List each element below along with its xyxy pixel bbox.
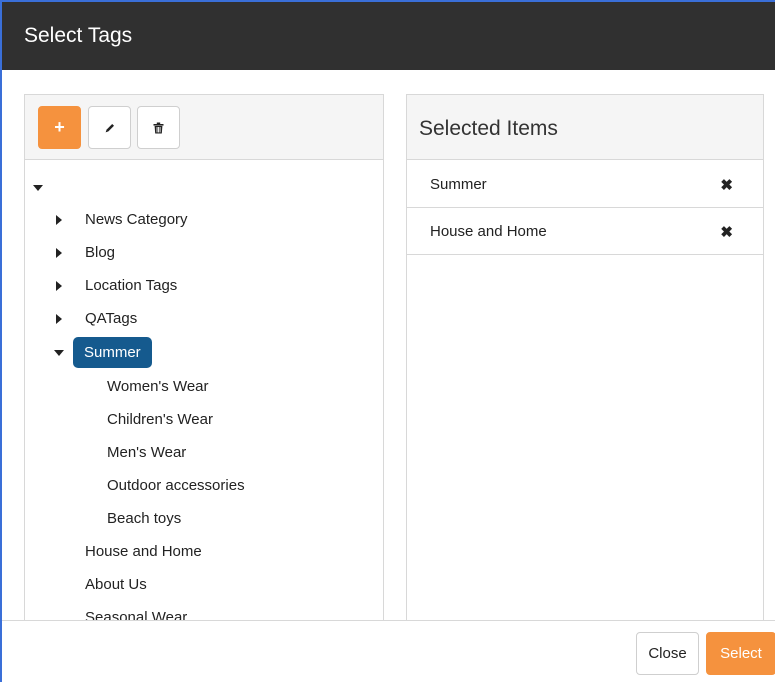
tree-node-location-tags[interactable]: Location Tags <box>25 271 383 301</box>
select-tags-dialog: Select Tags + News Category Blog Locatio… <box>0 0 775 682</box>
remove-item-icon[interactable]: ✖ <box>720 223 733 241</box>
tree-node-blog[interactable]: Blog <box>25 238 383 268</box>
tree-node-summer[interactable]: Summer <box>25 337 383 371</box>
tree-node-qatags[interactable]: QATags <box>25 304 383 334</box>
close-button[interactable]: Close <box>636 632 699 675</box>
tree-toolbar: + <box>25 95 383 160</box>
trash-icon <box>153 122 164 133</box>
selected-item-label: Summer <box>430 176 487 193</box>
expand-caret-icon[interactable] <box>56 281 62 291</box>
dialog-header: Select Tags <box>2 2 775 70</box>
tree-child-childrens-wear[interactable]: Children's Wear <box>107 411 213 428</box>
pencil-icon <box>105 123 114 132</box>
tree-child-womens-wear[interactable]: Women's Wear <box>107 378 209 395</box>
expand-caret-icon[interactable] <box>56 215 62 225</box>
root-expand-caret-icon[interactable] <box>33 185 43 191</box>
tree-child-outdoor-accessories[interactable]: Outdoor accessories <box>107 477 245 494</box>
selected-items-header: Selected Items <box>407 95 763 160</box>
tree-node-label[interactable]: Location Tags <box>85 277 177 294</box>
expand-caret-icon[interactable] <box>56 314 62 324</box>
tree-child-mens-wear[interactable]: Men's Wear <box>107 444 186 461</box>
remove-item-icon[interactable]: ✖ <box>720 176 733 194</box>
tree-node-label[interactable]: News Category <box>85 211 188 228</box>
selected-item-label: House and Home <box>430 223 547 240</box>
selected-items-panel: Selected Items Summer ✖ House and Home ✖ <box>406 94 764 620</box>
selected-item-row: Summer ✖ <box>407 161 763 208</box>
tag-tree-panel: + News Category Blog Location Tags QATag… <box>24 94 384 620</box>
tree-node-news-category[interactable]: News Category <box>25 205 383 235</box>
edit-tag-button[interactable] <box>88 106 131 149</box>
plus-icon: + <box>54 117 65 137</box>
collapse-caret-icon[interactable] <box>54 350 64 356</box>
tree-child-beach-toys[interactable]: Beach toys <box>107 510 181 527</box>
delete-tag-button[interactable] <box>137 106 180 149</box>
tree-node-label-selected[interactable]: Summer <box>73 337 152 368</box>
selected-item-row: House and Home ✖ <box>407 208 763 255</box>
tree-node-about-us[interactable]: About Us <box>85 576 147 593</box>
select-button[interactable]: Select <box>706 632 775 675</box>
add-tag-button[interactable]: + <box>38 106 81 149</box>
tree-node-house-and-home[interactable]: House and Home <box>85 543 202 560</box>
tree-node-label[interactable]: Blog <box>85 244 115 261</box>
tree-node-seasonal-wear[interactable]: Seasonal Wear <box>85 609 187 620</box>
dialog-title: Select Tags <box>24 24 133 47</box>
dialog-footer: Close Select <box>2 620 775 682</box>
expand-caret-icon[interactable] <box>56 248 62 258</box>
selected-items-title: Selected Items <box>419 117 558 140</box>
tree-node-label[interactable]: QATags <box>85 310 137 327</box>
